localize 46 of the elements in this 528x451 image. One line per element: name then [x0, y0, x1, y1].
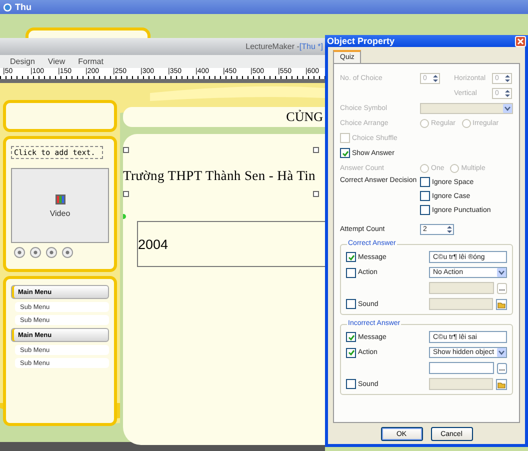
media-button[interactable]	[30, 247, 41, 258]
checkbox[interactable]	[346, 332, 356, 342]
spin-arrows-icon	[432, 74, 439, 82]
app-icon	[3, 2, 12, 12]
document-name: [Thu *]	[299, 42, 323, 51]
folder-icon[interactable]	[496, 298, 507, 310]
resize-handle[interactable]	[123, 191, 129, 197]
menu-item[interactable]: Design	[6, 57, 44, 66]
slide-title: CỦNG	[286, 109, 324, 125]
caret-icon	[503, 104, 512, 112]
checkbox[interactable]	[346, 348, 356, 358]
checkbox[interactable]	[346, 268, 356, 278]
spin-arrows-icon	[446, 224, 453, 234]
checkbox[interactable]	[346, 379, 356, 389]
checkbox[interactable]	[340, 148, 350, 158]
menu-item[interactable]: View	[44, 57, 74, 66]
text-field[interactable]	[429, 378, 493, 390]
folder-icon[interactable]	[496, 378, 507, 390]
resize-handle[interactable]	[313, 147, 319, 153]
dialog-title: Object Property	[327, 36, 395, 46]
menu-item[interactable]: Format	[74, 57, 112, 66]
resize-handle[interactable]	[123, 147, 129, 153]
film-icon	[54, 194, 66, 204]
checkbox[interactable]	[346, 299, 356, 309]
media-button[interactable]	[46, 247, 57, 258]
checkbox[interactable]	[420, 177, 430, 187]
resize-handle[interactable]	[313, 191, 319, 197]
close-icon[interactable]	[515, 36, 526, 46]
text-box[interactable]: 2004	[137, 221, 325, 267]
window-title: LectureMaker -	[246, 42, 300, 51]
caret-icon	[497, 348, 506, 357]
spin-arrows-icon	[504, 74, 511, 82]
ellipsis-button[interactable]	[497, 362, 507, 374]
text-field[interactable]	[429, 298, 493, 310]
checkbox[interactable]	[346, 252, 356, 262]
media-button[interactable]	[62, 247, 73, 258]
checkbox[interactable]	[420, 205, 430, 215]
text-field[interactable]	[429, 362, 494, 374]
media-button[interactable]	[14, 247, 25, 258]
checkbox[interactable]	[420, 191, 430, 201]
window-title: Thu	[15, 2, 32, 12]
video-label: Video	[50, 208, 70, 218]
caret-icon	[497, 268, 506, 277]
school-name: Trường THPT Thành Sen - Hà Tin	[123, 168, 316, 184]
spin-arrows-icon	[504, 88, 511, 98]
video-placeholder[interactable]: Video	[11, 168, 109, 243]
